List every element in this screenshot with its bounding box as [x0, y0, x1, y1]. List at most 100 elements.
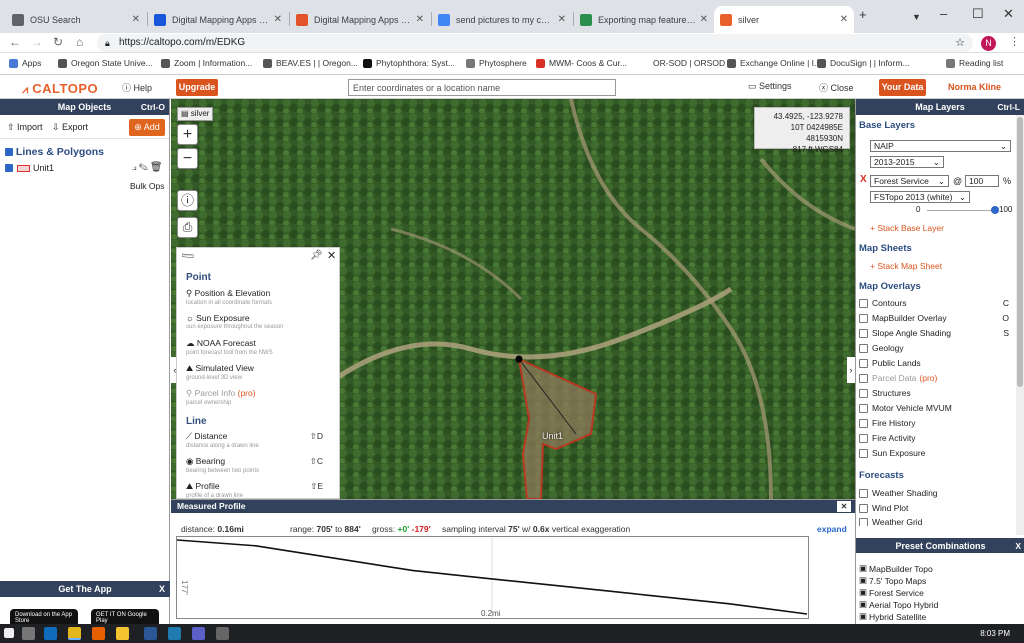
- checkbox[interactable]: [859, 343, 868, 353]
- zoom-in-button[interactable]: +: [177, 124, 198, 145]
- checkbox[interactable]: [859, 448, 868, 458]
- overlay-item[interactable]: Fire History: [859, 418, 1009, 428]
- tool-bearing[interactable]: ◉ Bearing bearing between two points: [186, 456, 259, 474]
- collapse-right-icon[interactable]: ›: [847, 357, 855, 383]
- bulk-ops-link[interactable]: Bulk Ops: [130, 181, 165, 191]
- pin-icon[interactable]: 📌︎: [310, 250, 323, 261]
- checkbox[interactable]: [859, 518, 868, 526]
- browser-tab-active[interactable]: silver ✕: [714, 6, 854, 33]
- forward-icon[interactable]: →: [31, 35, 43, 49]
- outlook-icon[interactable]: [44, 627, 57, 640]
- print-button[interactable]: ⎙: [177, 217, 198, 238]
- layers-scrollbar[interactable]: [1016, 115, 1024, 535]
- overlay-weather-grid[interactable]: Weather Grid: [859, 518, 922, 526]
- browser-tab[interactable]: send pictures to my comp ✕: [432, 6, 572, 33]
- bookmark-apps[interactable]: Apps: [9, 58, 41, 68]
- tool-noaa-forecast[interactable]: ☁ NOAA Forecast point forecast tool from …: [186, 338, 273, 356]
- checkbox[interactable]: [859, 388, 868, 398]
- menu-dots-icon[interactable]: ⋮: [1009, 35, 1020, 48]
- new-tab-button[interactable]: +: [859, 7, 867, 22]
- info-button[interactable]: ⓘ: [177, 190, 198, 211]
- maximize-icon[interactable]: ☐: [972, 6, 984, 22]
- checkbox[interactable]: [859, 328, 868, 338]
- help-button[interactable]: ⓘ Help: [122, 81, 152, 94]
- your-data-button[interactable]: Your Data: [879, 79, 926, 96]
- bookmark-item[interactable]: OR-SOD | ORSOD: [640, 58, 725, 68]
- close-profile-button[interactable]: ✕: [837, 501, 851, 512]
- bookmark-item[interactable]: Oregon State Unive...: [58, 58, 153, 68]
- checkbox[interactable]: [859, 418, 868, 428]
- opacity-slider-handle[interactable]: [991, 206, 999, 214]
- checkbox[interactable]: [859, 403, 868, 413]
- preset-item[interactable]: ▣ MapBuilder Topo: [859, 563, 933, 574]
- bookmark-item[interactable]: Phytophthora: Syst...: [363, 58, 455, 68]
- bookmark-item[interactable]: MWM- Coos & Cur...: [536, 58, 627, 68]
- minimize-icon[interactable]: –: [940, 6, 947, 21]
- zoom-out-button[interactable]: −: [177, 148, 198, 169]
- coordinate-search-input[interactable]: [348, 79, 616, 96]
- preset-item[interactable]: ▣ Aerial Topo Hybrid: [859, 599, 938, 610]
- opacity-input[interactable]: 100: [965, 175, 999, 187]
- firefox-icon[interactable]: [92, 627, 105, 640]
- tool-simulated-view[interactable]: ⛰ Simulated View ground-level 3D view: [186, 363, 254, 381]
- stack-map-sheet-link[interactable]: + Stack Map Sheet: [870, 261, 942, 271]
- back-icon[interactable]: ←: [9, 35, 21, 49]
- year-select[interactable]: 2013-2015 ⌄: [870, 156, 944, 168]
- remove-layer-icon[interactable]: X: [860, 174, 867, 185]
- browser-tab[interactable]: Exporting map features fro ✕: [574, 6, 714, 33]
- lines-polygons-section[interactable]: Lines & Polygons: [5, 146, 104, 158]
- overlay-item[interactable]: MapBuilder Overlay O: [859, 313, 1009, 323]
- object-checkbox[interactable]: [5, 164, 13, 172]
- file-explorer-icon[interactable]: [116, 627, 129, 640]
- teams-icon[interactable]: [192, 627, 205, 640]
- close-button[interactable]: ⓧ Close: [819, 81, 854, 94]
- reading-list[interactable]: Reading list: [946, 58, 1003, 68]
- close-presets-icon[interactable]: X: [1015, 538, 1021, 554]
- measure-icon[interactable]: ⟓: [132, 162, 139, 173]
- app-icon[interactable]: [168, 627, 181, 640]
- app-icon[interactable]: [216, 627, 229, 640]
- checkbox[interactable]: [859, 313, 868, 323]
- preset-item[interactable]: ▣ Hybrid Satellite: [859, 611, 926, 622]
- layer-tag[interactable]: ▤ silver: [177, 107, 214, 121]
- trash-icon[interactable]: 🗑︎: [150, 162, 165, 173]
- close-tab-icon[interactable]: ✕: [416, 14, 424, 25]
- base-layer-select[interactable]: NAIP ⌄: [870, 140, 1011, 152]
- scrollbar-thumb[interactable]: [1017, 117, 1023, 387]
- tool-sun-exposure[interactable]: ☼ Sun Exposure sun exposure throughout th…: [186, 313, 283, 330]
- checkbox[interactable]: [859, 373, 868, 383]
- bookmark-item[interactable]: BEAV.ES | | Oregon...: [263, 58, 358, 68]
- settings-button[interactable]: ▭ Settings: [748, 81, 792, 92]
- close-popup-icon[interactable]: ✕: [327, 249, 336, 262]
- profile-avatar[interactable]: N: [981, 36, 996, 51]
- tool-distance[interactable]: ⟋ Distance distance along a drawn line: [186, 431, 259, 449]
- overlay-item[interactable]: Motor Vehicle MVUM: [859, 403, 1009, 413]
- task-view-icon[interactable]: [22, 627, 35, 640]
- import-button[interactable]: ⇧ Import: [7, 122, 43, 133]
- browser-tab[interactable]: OSU Search ✕: [6, 6, 146, 33]
- checkbox[interactable]: [859, 503, 868, 513]
- close-tab-icon[interactable]: ✕: [700, 14, 708, 25]
- tool-position-elevation[interactable]: ⚲ Position & Elevation location in all co…: [186, 288, 272, 306]
- close-get-app-icon[interactable]: X: [159, 581, 165, 597]
- overlay-item[interactable]: Parcel Data (pro): [859, 373, 1009, 383]
- overlay-item[interactable]: Contours C: [859, 298, 1009, 308]
- reload-icon[interactable]: ↻: [53, 35, 63, 49]
- overlay-weather-shading[interactable]: Weather Shading: [859, 488, 938, 498]
- fstopo-select[interactable]: FSTopo 2013 (white) ⌄: [870, 191, 970, 203]
- caltopo-logo[interactable]: ⩘ CALTOPO: [22, 81, 98, 97]
- bookmark-item[interactable]: Exchange Online | I...: [727, 58, 821, 68]
- bookmark-item[interactable]: Zoom | Information...: [161, 58, 252, 68]
- overlay-item[interactable]: Public Lands: [859, 358, 1009, 368]
- upgrade-button[interactable]: Upgrade: [176, 79, 218, 96]
- stack-base-layer-link[interactable]: + Stack Base Layer: [870, 223, 944, 233]
- close-tab-icon[interactable]: ✕: [132, 14, 140, 25]
- tool-parcel-info[interactable]: ⚲ Parcel Info (pro) parcel ownership: [186, 388, 256, 406]
- close-window-icon[interactable]: ✕: [1003, 6, 1014, 22]
- home-icon[interactable]: ⌂: [76, 35, 83, 49]
- bookmark-item[interactable]: DocuSign | | Inform...: [817, 58, 910, 68]
- browser-tab[interactable]: Digital Mapping Apps for W ✕: [290, 6, 430, 33]
- overlay-item[interactable]: Geology: [859, 343, 1009, 353]
- windows-start-icon[interactable]: [4, 628, 14, 638]
- checkbox[interactable]: [859, 433, 868, 443]
